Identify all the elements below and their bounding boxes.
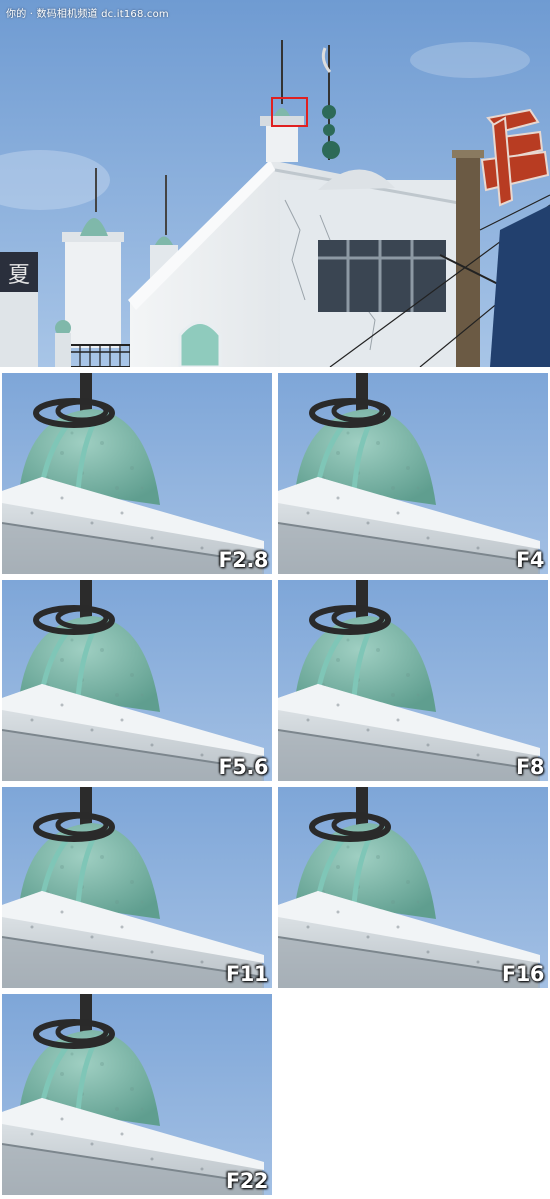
aperture-label: F16 [501,962,545,986]
rooftop-scene: 夏 [0,0,550,367]
aperture-sample-5: F11 [2,787,272,988]
aperture-sample-1: F2.8 [2,373,272,574]
aperture-label: F22 [225,1169,269,1193]
aperture-label: F2.8 [218,548,268,572]
aperture-sample-6: F16 [278,787,548,988]
dome-closeup [278,373,548,574]
dome-closeup [278,787,548,988]
sign-char: 夏 [8,263,30,288]
aperture-label: F4 [516,548,544,572]
aperture-sample-2: F4 [278,373,548,574]
aperture-label: F11 [225,962,269,986]
aperture-sample-3: F5.6 [2,580,272,781]
dome-closeup [2,994,272,1195]
aperture-label: F5.6 [218,755,268,779]
dome-closeup [2,580,272,781]
dome-closeup [278,580,548,781]
hero-photo: 夏 你的 · 数码相机频道 dc.it168.com [0,0,550,367]
watermark: 你的 · 数码相机频道 dc.it168.com [6,9,169,20]
aperture-sample-4: F8 [278,580,548,781]
dome-closeup [2,373,272,574]
aperture-label: F8 [516,755,544,779]
dome-closeup [2,787,272,988]
aperture-sample-7: F22 [2,994,272,1195]
